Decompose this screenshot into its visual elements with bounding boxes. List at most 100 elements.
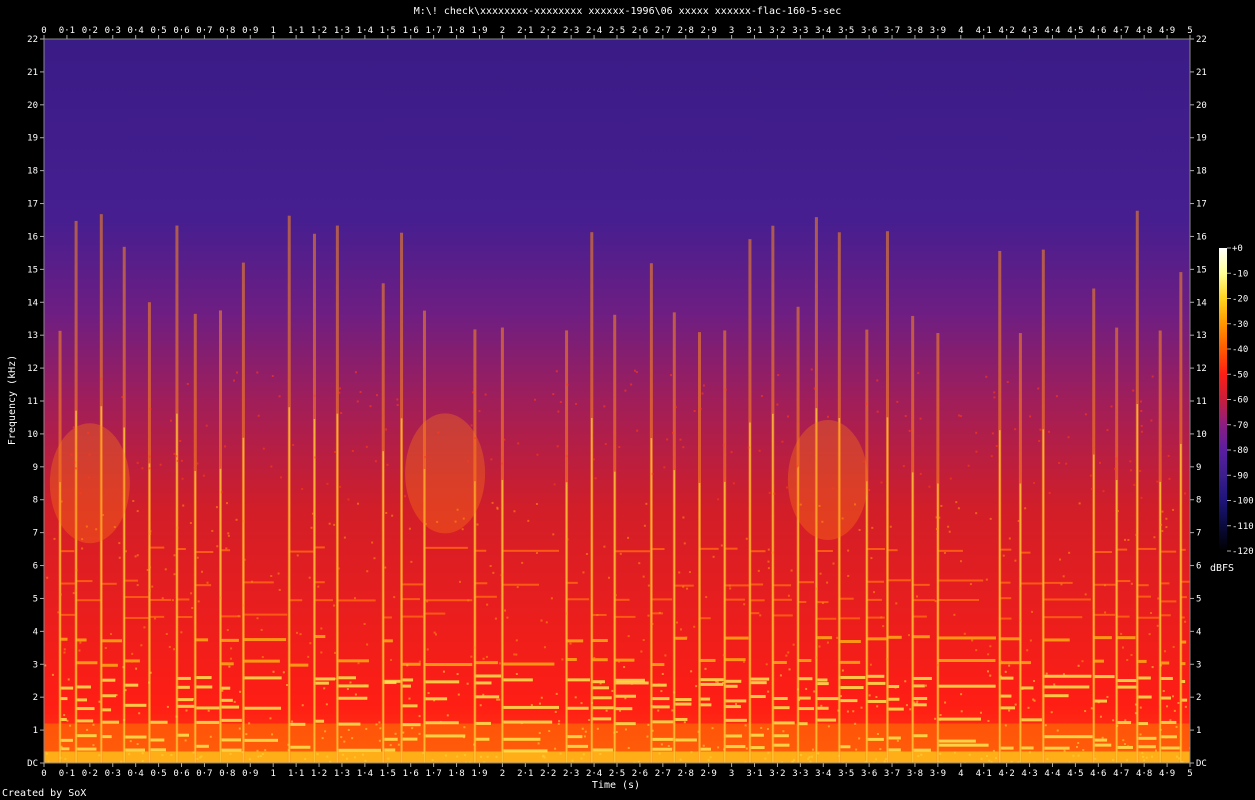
x-tick-label: 1	[270, 769, 275, 779]
x-tick-label: 2·4	[586, 769, 602, 779]
speckle	[390, 658, 393, 661]
speckle	[463, 726, 466, 729]
speckle	[1026, 649, 1029, 652]
harmonic-band	[912, 748, 931, 752]
harmonic-band	[614, 707, 633, 711]
y-tick-label: 19	[1196, 134, 1207, 144]
speckle	[987, 719, 990, 722]
speckle	[1099, 715, 1102, 718]
harmonic-band	[1093, 738, 1108, 742]
speckle	[179, 439, 182, 442]
speckle	[1172, 645, 1175, 648]
speckle	[402, 731, 405, 734]
speckle	[537, 742, 540, 745]
harmonic-band	[651, 737, 674, 741]
speckle	[343, 536, 346, 539]
harmonic-band	[937, 549, 963, 552]
speckle	[614, 594, 617, 597]
speckle	[745, 537, 748, 540]
speckle	[868, 489, 871, 492]
speckle	[369, 405, 372, 408]
harmonic-band	[1020, 718, 1043, 722]
speckle	[559, 752, 562, 755]
speckle	[1160, 523, 1163, 526]
speckle	[947, 525, 950, 528]
speckle	[627, 536, 630, 539]
speckle	[1027, 706, 1030, 709]
harmonic-band	[101, 678, 116, 682]
speckle	[1142, 755, 1145, 758]
speckle	[379, 727, 382, 730]
speckle	[1114, 467, 1117, 470]
speckle	[908, 429, 911, 432]
speckle	[190, 592, 193, 595]
harmonic-band	[1160, 735, 1177, 739]
speckle	[1116, 724, 1119, 727]
speckle	[44, 664, 47, 667]
harmonic-band	[60, 613, 76, 616]
speckle	[229, 657, 232, 660]
speckle	[985, 375, 988, 378]
x-tick-label: 4	[958, 26, 963, 36]
speckle	[309, 642, 312, 645]
onset-core	[474, 481, 476, 763]
x-tick-label: 2·3	[563, 26, 579, 36]
speckle	[812, 748, 815, 751]
x-tick-label: 1·8	[448, 26, 464, 36]
harmonic-band	[176, 733, 190, 737]
speckle	[995, 445, 998, 448]
speckle	[269, 717, 272, 720]
harmonic-band	[772, 743, 790, 747]
harmonic-band	[1043, 598, 1091, 601]
y-tick-label: 12	[1196, 364, 1207, 374]
harmonic-band	[383, 679, 402, 683]
harmonic-band	[674, 636, 687, 640]
speckle	[1084, 710, 1087, 713]
speckle	[1134, 712, 1137, 715]
speckle	[329, 760, 332, 763]
colorbar-tick-label: -10	[1232, 269, 1248, 279]
speckle	[1097, 701, 1100, 704]
harmonic-band	[724, 658, 746, 662]
speckle	[1139, 400, 1142, 403]
speckle	[135, 667, 138, 670]
speckle	[552, 393, 555, 396]
speckle	[975, 450, 978, 453]
harmonic-band	[1116, 615, 1130, 618]
speckle	[334, 451, 337, 454]
speckle	[256, 749, 259, 752]
speckle	[963, 632, 966, 635]
speckle	[153, 617, 156, 620]
speckle	[124, 550, 127, 553]
speckle	[792, 643, 795, 646]
speckle	[115, 694, 118, 697]
speckle	[251, 580, 254, 583]
speckle	[256, 617, 259, 620]
harmonic-band	[772, 598, 792, 601]
speckle	[773, 492, 776, 495]
speckle	[410, 560, 413, 563]
x-tick-label: 2	[500, 26, 505, 36]
speckle	[433, 631, 436, 634]
speckle	[264, 749, 267, 752]
speckle	[296, 631, 299, 634]
speckle	[418, 660, 421, 663]
speckle	[141, 760, 144, 763]
speckle	[992, 749, 995, 752]
speckle	[81, 538, 84, 541]
speckle	[494, 617, 497, 620]
x-tick-label: 2·9	[701, 769, 717, 779]
speckle	[642, 639, 645, 642]
harmonic-band	[243, 613, 288, 616]
speckle	[702, 744, 705, 747]
speckle	[673, 691, 676, 694]
speckle	[615, 730, 618, 733]
harmonic-band	[474, 582, 488, 585]
speckle	[248, 758, 251, 761]
harmonic-band	[383, 748, 396, 752]
speckle	[238, 727, 241, 730]
speckle	[347, 728, 350, 731]
y-tick-label: 4	[1196, 627, 1201, 637]
speckle	[232, 379, 235, 382]
harmonic-band	[502, 662, 555, 666]
